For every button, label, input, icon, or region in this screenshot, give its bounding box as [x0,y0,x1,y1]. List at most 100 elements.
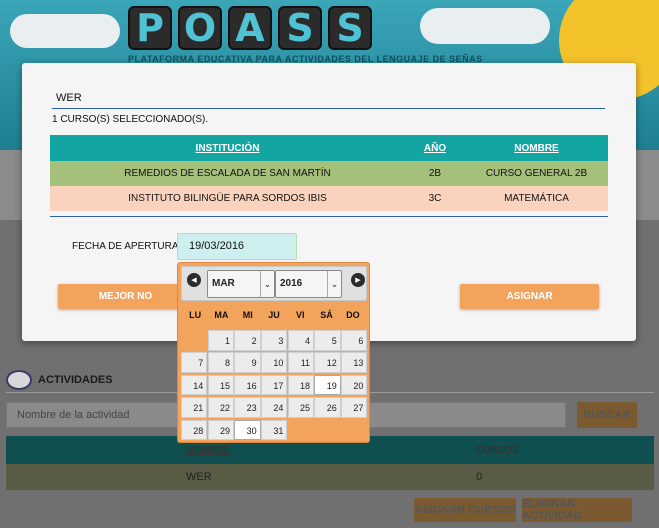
column-header-name[interactable]: NOMBRE [6,445,406,456]
calendar-day-cell[interactable]: 5 [314,330,341,351]
course-name-cell: CURSO GENERAL 2B [485,168,588,179]
calendar-day-cell[interactable]: 4 [287,330,315,351]
table-row[interactable]: INSTITUTO BILINGÜE PARA SORDOS IBIS 3C M… [50,186,608,211]
calendar-day-cell[interactable]: 13 [341,352,368,373]
calendar-day-cell[interactable]: 6 [341,330,368,351]
activities-title-text: ACTIVIDADES [38,374,113,386]
search-button[interactable]: BUSCAR [577,402,637,428]
column-header-year[interactable]: AÑO [405,143,465,154]
calendar-week-row: 7 8 9 10 11 12 13 [181,352,368,374]
calendar-week-row: 123456 [181,330,368,352]
weekday-label: LU [189,310,202,320]
opening-date-label: FECHA DE APERTURA: [72,241,182,252]
activities-table: NOMBRE CURSOS WER 0 [6,436,654,490]
calendar-day-cell[interactable]: 2 [234,330,261,351]
activity-courses-cell: 0 [476,471,483,483]
calendar-day-cell[interactable]: 15 [207,374,234,396]
chevron-down-icon: ⌄ [260,271,274,297]
calendar-day-cell[interactable]: 14 [181,374,208,396]
calendar-day-cell[interactable]: 1 [207,330,234,351]
weekday-label: SÁ [320,310,333,320]
next-month-icon[interactable]: ▶ [351,273,365,287]
calendar-day-cell[interactable]: 31 [261,419,288,441]
prev-month-icon[interactable]: ◀ [187,273,201,287]
year-select[interactable]: 2016 ⌄ [275,270,342,298]
calendar-week-row: 14 15 16 17 18 19 20 [181,374,368,397]
logo-letter: P [128,6,172,50]
opening-date-input[interactable]: 19/03/2016 [177,233,297,260]
table-row[interactable]: REMEDIOS DE ESCALADA DE SAN MARTÍN 2B CU… [50,161,608,186]
institution-cell: REMEDIOS DE ESCALADA DE SAN MARTÍN [124,168,331,179]
calendar-day-cell[interactable]: 11 [287,352,315,373]
course-name-cell: MATEMÁTICA [504,193,569,204]
site-logo: P O A S S [128,6,372,50]
datepicker-popup: ◀ MAR ⌄ 2016 ⌄ ▶ LU MA MI JU VI SÁ DO 12… [177,262,370,443]
calendar-day-cell[interactable]: 3 [261,330,288,351]
calendar-empty-cell [181,330,207,351]
calendar-day-cell[interactable]: 18 [287,374,315,396]
calendar-day-cell[interactable]: 21 [181,397,208,418]
column-header-name[interactable]: NOMBRE [465,143,608,154]
logo-letter: S [278,6,322,50]
weekday-header: LU MA MI JU VI SÁ DO [182,310,366,320]
assign-button[interactable]: ASIGNAR [460,284,599,309]
calendar-day-cell[interactable]: 28 [181,419,208,441]
calendar-empty-cell [314,420,340,441]
calendar-empty-cell [341,420,367,441]
calendar-day-cell[interactable]: 12 [314,352,341,373]
logo-letter: S [328,6,372,50]
calendar-day-cell[interactable]: 16 [234,374,261,396]
weekday-label: JU [268,310,280,320]
calendar-empty-cell [288,420,314,441]
divider [50,216,608,217]
calendar-week-row: 21 22 23 24 25 26 27 [181,397,368,419]
weekday-label: DO [346,310,360,320]
activity-name: WER [56,92,82,104]
table-header: INSTITUCIÓN AÑO NOMBRE [50,135,608,161]
month-select-value: MAR [212,278,235,289]
calendar-week-row: 28 29 30 31 [181,419,368,442]
chevron-down-icon: ⌄ [327,271,341,297]
calendar-day-cell[interactable]: 9 [234,352,261,373]
calendar-day-cell[interactable]: 17 [261,374,288,396]
column-header-label: AÑO [423,142,447,154]
calendar-day-cell[interactable]: 30 [234,419,261,441]
activities-icon [6,370,32,390]
column-header-label: NOMBRE [514,142,559,154]
column-header-courses: CURSOS [476,444,519,456]
calendar-day-cell[interactable]: 23 [234,397,261,418]
year-cell: 2B [428,168,442,179]
year-select-value: 2016 [280,278,303,289]
calendar-grid: 1 2 3 4 5 6 7 8 9 10 11 12 13 14 15 16 17 18 19 20 21 22 23 24 2… [181,330,368,442]
calendar-day-cell[interactable]: 10 [261,352,288,373]
column-header-label: INSTITUCIÓN [195,142,260,154]
activities-section-title: ACTIVIDADES [6,370,113,390]
calendar-day-cell[interactable]: 22 [207,397,234,418]
calendar-day-cell[interactable]: 26 [314,397,341,418]
calendar-day-cell[interactable]: 29 [207,419,234,441]
assign-courses-button[interactable]: ASIGNAR CURSOS [414,498,516,522]
calendar-day-cell[interactable]: 27 [341,397,368,418]
divider [52,108,605,109]
cancel-button[interactable]: MEJOR NO [58,284,193,309]
calendar-day-cell[interactable]: 25 [287,397,315,418]
year-cell: 3C [428,193,442,204]
calendar-day-cell[interactable]: 24 [261,397,288,418]
institution-cell: INSTITUTO BILINGÜE PARA SORDOS IBIS [128,193,327,204]
datepicker-header: ◀ MAR ⌄ 2016 ⌄ ▶ [181,266,367,301]
column-header-institution[interactable]: INSTITUCIÓN [50,143,405,154]
weekday-label: MI [242,310,253,320]
month-select[interactable]: MAR ⌄ [207,270,275,298]
calendar-day-cell[interactable]: 7 [181,352,208,373]
calendar-day-cell[interactable]: 8 [207,352,234,373]
weekday-label: VI [296,310,305,320]
table-row[interactable]: WER 0 [6,464,654,490]
cloud-left [10,14,120,48]
calendar-day-cell[interactable]: 20 [341,374,368,396]
delete-activity-button[interactable]: ELIMINAR ACTIVIDAD [522,498,632,522]
calendar-day-cell[interactable]: 19 [314,374,341,396]
logo-letter: O [178,6,222,50]
logo-letter: A [228,6,272,50]
activity-name-cell: WER [186,471,212,483]
weekday-label: MA [214,310,229,320]
